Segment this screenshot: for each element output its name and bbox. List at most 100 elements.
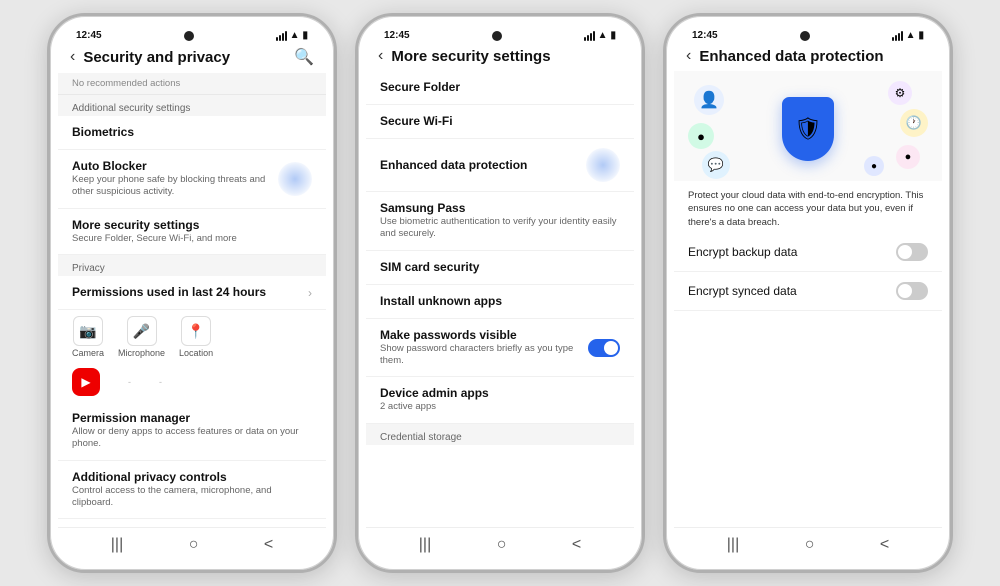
camera-notch-2 (492, 31, 502, 41)
bottom-nav-1: ||| ○ < (58, 527, 326, 562)
page-title-3: Enhanced data protection (699, 48, 930, 65)
encrypt-backup-row[interactable]: Encrypt backup data (674, 233, 942, 272)
menu-item-enhanced-data[interactable]: Enhanced data protection (366, 139, 634, 192)
bubble-circle-green: ● (688, 123, 714, 149)
perm-label-camera: Camera (72, 348, 104, 358)
battery-icon: ▮ (302, 30, 308, 41)
battery-icon-3: ▮ (918, 30, 924, 41)
nav-recent-3[interactable]: < (880, 536, 889, 554)
menu-item-auto-blocker[interactable]: Auto Blocker Keep your phone safe by blo… (58, 150, 326, 209)
section-label-privacy: Privacy (58, 255, 326, 276)
phone-2: 12:45 ▲ ▮ ‹ More security settings Secur… (355, 13, 645, 573)
screen-content-1: No recommended actions Additional securi… (58, 73, 326, 527)
nav-back-3[interactable]: ||| (727, 536, 739, 554)
bubble-clock: 🕐 (900, 109, 928, 137)
nav-back-2[interactable]: ||| (419, 536, 431, 554)
bubble-gear: ⚙ (888, 81, 912, 105)
back-button-2[interactable]: ‹ (378, 47, 383, 65)
illustration-area: 👤 ● 💬 ⚙ 🕐 ● ● (674, 71, 942, 181)
bottom-nav-2: ||| ○ < (366, 527, 634, 562)
menu-item-secure-folder[interactable]: Secure Folder (366, 71, 634, 105)
back-button-1[interactable]: ‹ (70, 48, 75, 66)
app-icon-youtube: ▶ (72, 368, 100, 396)
page-title-1: Security and privacy (83, 49, 286, 66)
menu-item-additional-privacy[interactable]: Additional privacy controls Control acce… (58, 461, 326, 520)
signal-icon-3 (892, 31, 903, 41)
nav-home-1[interactable]: ○ (189, 536, 199, 554)
bubble-contact: 👤 (694, 85, 724, 115)
menu-item-permissions-24h[interactable]: Permissions used in last 24 hours › (58, 276, 326, 310)
status-icons-3: ▲ ▮ (892, 30, 924, 41)
bottom-nav-3: ||| ○ < (674, 527, 942, 562)
permissions-grid: 📷 Camera 🎤 Microphone 📍 Location (58, 310, 326, 364)
phone-3: 12:45 ▲ ▮ ‹ Enhanced data protection (663, 13, 953, 573)
perm-item-camera: 📷 Camera (72, 316, 104, 358)
status-bar-1: 12:45 ▲ ▮ (58, 24, 326, 43)
location-icon-box: 📍 (181, 316, 211, 346)
app-dash-1: - (114, 368, 131, 396)
top-bar-1: ‹ Security and privacy 🔍 (58, 43, 326, 73)
menu-item-permission-manager[interactable]: Permission manager Allow or deny apps to… (58, 402, 326, 461)
nav-home-2[interactable]: ○ (497, 536, 507, 554)
make-passwords-toggle[interactable] (588, 339, 620, 357)
microphone-icon-box: 🎤 (127, 316, 157, 346)
signal-icon-2 (584, 31, 595, 41)
menu-item-make-passwords[interactable]: Make passwords visible Show password cha… (366, 319, 634, 378)
bubble-chat: 💬 (702, 151, 730, 179)
battery-icon-2: ▮ (610, 30, 616, 41)
protect-text: Protect your cloud data with end-to-end … (674, 181, 942, 233)
menu-item-install-unknown[interactable]: Install unknown apps (366, 285, 634, 319)
menu-item-device-admin[interactable]: Device admin apps 2 active apps (366, 377, 634, 423)
status-bar-2: 12:45 ▲ ▮ (366, 24, 634, 43)
auto-blocker-ripple (278, 162, 312, 196)
nav-recent-2[interactable]: < (572, 536, 581, 554)
chevron-right-icon: › (308, 286, 312, 300)
perm-item-location: 📍 Location (179, 316, 213, 358)
encrypt-synced-label: Encrypt synced data (688, 284, 797, 298)
enhanced-data-ripple (586, 148, 620, 182)
search-icon-1[interactable]: 🔍 (294, 47, 314, 67)
nav-recent-1[interactable]: < (264, 536, 273, 554)
app-dash-2: - (145, 368, 162, 396)
menu-item-biometrics[interactable]: Biometrics (58, 116, 326, 150)
encrypt-synced-row[interactable]: Encrypt synced data (674, 272, 942, 311)
status-bar-3: 12:45 ▲ ▮ (674, 24, 942, 43)
section-label-credential: Credential storage (366, 424, 634, 445)
wifi-icon-2: ▲ (598, 30, 608, 41)
top-bar-2: ‹ More security settings (366, 43, 634, 71)
encrypt-backup-toggle[interactable] (896, 243, 928, 261)
page-title-2: More security settings (391, 48, 622, 65)
menu-item-samsung-pass[interactable]: Samsung Pass Use biometric authenticatio… (366, 192, 634, 251)
phone-1: 12:45 ▲ ▮ ‹ Security and privacy 🔍 (47, 13, 337, 573)
perm-label-microphone: Microphone (118, 348, 165, 358)
menu-item-secure-wifi[interactable]: Secure Wi-Fi (366, 105, 634, 139)
screen-content-3: 👤 ● 💬 ⚙ 🕐 ● ● Protect your cloud data wi… (674, 71, 942, 527)
camera-notch-3 (800, 31, 810, 41)
status-time-3: 12:45 (692, 30, 718, 41)
nav-back-1[interactable]: ||| (111, 536, 123, 554)
bubble-dot-pink: ● (896, 145, 920, 169)
illus-shield (782, 97, 834, 161)
perm-label-location: Location (179, 348, 213, 358)
app-icon-row: ▶ - - (58, 364, 326, 402)
notice-bar-1: No recommended actions (58, 73, 326, 95)
screen-content-2: Secure Folder Secure Wi-Fi Enhanced data… (366, 71, 634, 527)
status-time-1: 12:45 (76, 30, 102, 41)
status-icons-1: ▲ ▮ (276, 30, 308, 41)
signal-icon (276, 31, 287, 41)
camera-icon-box: 📷 (73, 316, 103, 346)
status-time-2: 12:45 (384, 30, 410, 41)
encrypt-backup-label: Encrypt backup data (688, 245, 797, 259)
camera-notch-1 (184, 31, 194, 41)
perm-item-microphone: 🎤 Microphone (118, 316, 165, 358)
nav-home-3[interactable]: ○ (805, 536, 815, 554)
menu-item-sim-security[interactable]: SIM card security (366, 251, 634, 285)
section-label-additional: Additional security settings (58, 95, 326, 116)
wifi-icon: ▲ (290, 30, 300, 41)
wifi-icon-3: ▲ (906, 30, 916, 41)
menu-item-more-security[interactable]: More security settings Secure Folder, Se… (58, 209, 326, 255)
back-button-3[interactable]: ‹ (686, 47, 691, 65)
status-icons-2: ▲ ▮ (584, 30, 616, 41)
bubble-dot-blue: ● (864, 156, 884, 176)
encrypt-synced-toggle[interactable] (896, 282, 928, 300)
